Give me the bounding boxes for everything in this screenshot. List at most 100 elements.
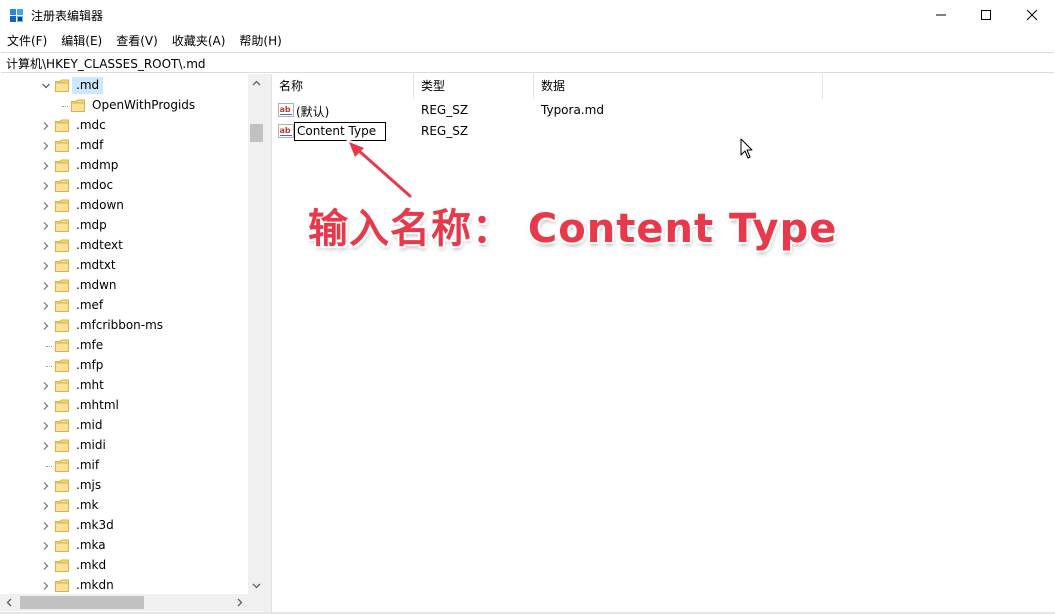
tree-item-mk3d[interactable]: .mk3d (0, 516, 248, 536)
expand-chevron-icon[interactable] (41, 421, 51, 431)
scroll-up-button[interactable] (248, 74, 265, 91)
tree-item-mkdn[interactable]: .mkdn (0, 576, 248, 596)
tree-item-mdwn[interactable]: .mdwn (0, 276, 248, 296)
address-bar[interactable]: 计算机\HKEY_CLASSES_ROOT\.md (1, 52, 1054, 73)
tree-item-mfcribbon-ms[interactable]: .mfcribbon-ms (0, 316, 248, 336)
svg-text:ab: ab (280, 126, 291, 135)
tree-item-mhtml[interactable]: .mhtml (0, 396, 248, 416)
tree-item-mdtext[interactable]: .mdtext (0, 236, 248, 256)
annotation-arrow (346, 139, 413, 199)
expand-chevron-icon[interactable] (41, 181, 51, 191)
expand-chevron-icon[interactable] (41, 481, 51, 491)
column-header-name[interactable]: 名称 (272, 74, 414, 99)
tree-item-label: .mjs (76, 478, 102, 492)
tree-item-openwithprogids[interactable]: OpenWithProgids (0, 96, 248, 116)
tree-item-label: .mdf (76, 138, 104, 152)
expand-chevron-icon[interactable] (41, 221, 51, 231)
tree-vertical-scrollbar[interactable] (248, 74, 265, 594)
menu-help[interactable]: 帮助(H) (232, 31, 288, 51)
tree-item-mdmp[interactable]: .mdmp (0, 156, 248, 176)
tree-item-mdc[interactable]: .mdc (0, 116, 248, 136)
tree-item-md[interactable]: .md (0, 76, 248, 96)
tree-item-label: .mka (76, 538, 106, 552)
tree-item-label: .mk3d (76, 518, 114, 532)
scrollbar-corner (248, 594, 265, 611)
expand-chevron-icon[interactable] (41, 501, 51, 511)
tree-item-mdtxt[interactable]: .mdtxt (0, 256, 248, 276)
scroll-down-button[interactable] (248, 577, 265, 594)
tree-item-mfp[interactable]: .mfp (0, 356, 248, 376)
value-row-default[interactable]: ab (默认) REG_SZ Typora.md (272, 100, 832, 121)
expand-chevron-icon[interactable] (41, 561, 51, 571)
tree-item-mht[interactable]: .mht (0, 376, 248, 396)
expand-chevron-icon[interactable] (41, 201, 51, 211)
expand-chevron-icon[interactable] (41, 161, 51, 171)
tree-item-midi[interactable]: .midi (0, 436, 248, 456)
tree-connector (46, 366, 52, 367)
tree-item-mk[interactable]: .mk (0, 496, 248, 516)
folder-icon (55, 579, 69, 592)
tree-item-label: .mdc (76, 118, 106, 132)
tree-item-label: .mdoc (76, 178, 114, 192)
folder-icon (55, 299, 69, 312)
column-header-type[interactable]: 类型 (414, 74, 534, 99)
tree-item-mdp[interactable]: .mdp (0, 216, 248, 236)
scroll-thumb[interactable] (250, 124, 263, 142)
menu-file[interactable]: 文件(F) (0, 31, 54, 51)
collapse-chevron-icon[interactable] (41, 81, 51, 91)
tree-item-mdf[interactable]: .mdf (0, 136, 248, 156)
tree-item-label: .mdp (76, 218, 107, 232)
tree-item-mef[interactable]: .mef (0, 296, 248, 316)
chevron-up-icon (252, 80, 261, 85)
title-bar: 注册表编辑器 (0, 0, 1055, 30)
tree-item-mka[interactable]: .mka (0, 536, 248, 556)
tree-item-label: .mif (76, 458, 100, 472)
tree-item-mif[interactable]: .mif (0, 456, 248, 476)
column-header-data[interactable]: 数据 (534, 74, 823, 99)
expand-chevron-icon[interactable] (41, 401, 51, 411)
expand-chevron-icon[interactable] (41, 521, 51, 531)
tree-item-label: .mef (76, 298, 104, 312)
tree-item-mkd[interactable]: .mkd (0, 556, 248, 576)
tree-item-mfe[interactable]: .mfe (0, 336, 248, 356)
scroll-left-button[interactable] (0, 594, 17, 611)
tree-item-mjs[interactable]: .mjs (0, 476, 248, 496)
string-value-icon: ab (278, 124, 294, 138)
expand-chevron-icon[interactable] (41, 281, 51, 291)
tree-pane: .md OpenWithProgids .mdc .mdf .mdmp .mdoc .mdo… (0, 74, 265, 613)
tree-connector (46, 346, 52, 347)
registry-editor-icon (10, 9, 23, 22)
expand-chevron-icon[interactable] (41, 301, 51, 311)
value-type: REG_SZ (421, 124, 469, 138)
hscroll-thumb[interactable] (20, 596, 144, 609)
expand-chevron-icon[interactable] (41, 261, 51, 271)
menu-favorites[interactable]: 收藏夹(A) (165, 31, 233, 51)
tree-item-label: .mfp (76, 358, 104, 372)
expand-chevron-icon[interactable] (41, 381, 51, 391)
tree-item-label: .mid (76, 418, 103, 432)
close-button[interactable] (1009, 0, 1055, 30)
expand-chevron-icon[interactable] (41, 241, 51, 251)
minimize-button[interactable] (918, 0, 964, 30)
folder-icon (55, 139, 69, 152)
folder-icon (55, 499, 69, 512)
maximize-icon (981, 10, 991, 20)
expand-chevron-icon[interactable] (41, 121, 51, 131)
menu-edit[interactable]: 编辑(E) (54, 31, 109, 51)
expand-chevron-icon[interactable] (41, 141, 51, 151)
expand-chevron-icon[interactable] (41, 541, 51, 551)
tree-item-mdoc[interactable]: .mdoc (0, 176, 248, 196)
menu-bar: 文件(F) 编辑(E) 查看(V) 收藏夹(A) 帮助(H) (0, 31, 1055, 51)
scroll-right-button[interactable] (231, 594, 248, 611)
maximize-button[interactable] (963, 0, 1009, 30)
expand-chevron-icon[interactable] (41, 581, 51, 591)
tree-horizontal-scrollbar[interactable] (0, 594, 248, 611)
folder-icon (55, 339, 69, 352)
expand-chevron-icon[interactable] (41, 441, 51, 451)
menu-view[interactable]: 查看(V) (109, 31, 165, 51)
tree-item-mid[interactable]: .mid (0, 416, 248, 436)
tree-item-mdown[interactable]: .mdown (0, 196, 248, 216)
folder-icon (55, 379, 69, 392)
tree-item-label: .mdwn (76, 278, 117, 292)
expand-chevron-icon[interactable] (41, 321, 51, 331)
